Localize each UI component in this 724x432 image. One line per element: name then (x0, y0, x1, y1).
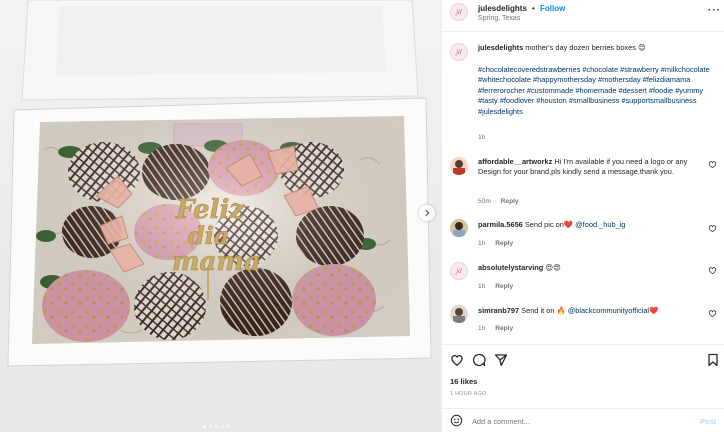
reply-button[interactable]: Reply (501, 198, 519, 205)
carousel-dot (203, 425, 206, 428)
more-options-icon[interactable]: ··· (708, 5, 721, 16)
comment-time: 1h (478, 240, 486, 247)
comment-meta: 50m Reply (478, 198, 519, 205)
like-heart-icon[interactable] (450, 353, 464, 367)
chevron-right-icon (425, 209, 430, 217)
comment-bubble-icon[interactable] (472, 353, 486, 367)
author-avatar[interactable]: jd (450, 3, 468, 21)
comment-username[interactable]: parmila.5656 (478, 220, 523, 229)
post-header: jd julesdelights • Follow Spring, Texas … (442, 0, 724, 32)
commenter-avatar[interactable] (450, 305, 468, 323)
comment-username[interactable]: absolutelystarving (478, 263, 543, 272)
comment-username[interactable]: affordable__artworkz (478, 157, 552, 166)
post-photo[interactable]: Feliz dia mama (0, 0, 441, 432)
like-comment-heart-icon[interactable] (708, 309, 717, 318)
strawberries-box-image: Feliz dia mama (7, 0, 432, 367)
post-timestamp: 1 HOUR AGO (450, 391, 487, 397)
commenter-avatar[interactable] (450, 219, 468, 237)
add-comment-input[interactable] (472, 415, 672, 427)
carousel-next-button[interactable] (419, 205, 435, 221)
comment-meta: 1h Reply (478, 325, 513, 332)
caption-body: mother's day dozen berries boxes 😊 (525, 43, 646, 52)
comment-mention[interactable]: @blackcommunityofficial❤️ (568, 306, 659, 315)
caption-avatar[interactable]: jd (450, 43, 468, 61)
comment-meta: 1h Reply (478, 240, 513, 247)
post-comment-button[interactable]: Post (700, 417, 716, 426)
carousel-dot (227, 425, 230, 428)
comment-mention[interactable]: @food._hub_ig (575, 220, 625, 229)
avatar-monogram: jd (456, 8, 462, 16)
like-comment-heart-icon[interactable] (708, 160, 717, 169)
add-comment-bar: Post (442, 408, 724, 432)
like-comment-heart-icon[interactable] (708, 266, 717, 275)
comment-3: absolutelystarving 😍😍 (478, 263, 706, 273)
comment-time: 50m (478, 198, 491, 205)
author-username[interactable]: julesdelights (478, 4, 527, 13)
caption-hashtags[interactable]: #chocolatecoveredstrawberries #chocolate… (478, 65, 718, 117)
reply-button[interactable]: Reply (495, 283, 513, 290)
comment-body: Send it on 🔥 (521, 306, 566, 315)
caption-time: 1h (478, 134, 486, 141)
carousel-dot (215, 425, 218, 428)
topper-text-2: dia (188, 221, 229, 250)
comment-2: parmila.5656 Send pic on❤️ @food._hub_ig (478, 220, 706, 230)
comment-meta: 1h Reply (478, 283, 513, 290)
location-link[interactable]: Spring, Texas (478, 15, 520, 22)
avatar-monogram: jd (456, 48, 462, 56)
share-send-icon[interactable] (494, 353, 508, 367)
topper-text-3: mama (172, 247, 261, 277)
reply-button[interactable]: Reply (495, 240, 513, 247)
comment-body: 😍😍 (545, 263, 561, 272)
comment-username[interactable]: simranb797 (478, 306, 519, 315)
comment-time: 1h (478, 325, 486, 332)
header-separator: • (532, 4, 535, 13)
caption-username[interactable]: julesdelights (478, 43, 523, 52)
follow-button[interactable]: Follow (540, 4, 565, 13)
comment-time: 1h (478, 283, 486, 290)
commenter-avatar[interactable]: jd (450, 262, 468, 280)
carousel-indicator (203, 425, 230, 428)
comment-4: simranb797 Send it on 🔥 @blackcommunityo… (478, 306, 706, 316)
carousel-dot (209, 425, 212, 428)
reply-button[interactable]: Reply (495, 325, 513, 332)
avatar-monogram: jd (456, 267, 462, 275)
like-comment-heart-icon[interactable] (708, 224, 717, 233)
carousel-dot (221, 425, 224, 428)
comment-body: Send pic on❤️ (524, 220, 574, 229)
commenter-avatar[interactable] (450, 157, 468, 175)
comment-1: affordable__artworkz Hi I'm available if… (478, 157, 706, 178)
emoji-picker-icon[interactable] (450, 414, 463, 427)
post-sidebar: jd julesdelights • Follow Spring, Texas … (441, 0, 724, 432)
likes-count[interactable]: 16 likes (450, 377, 477, 386)
caption-text: julesdelights mother's day dozen berries… (478, 43, 716, 54)
save-bookmark-icon[interactable] (706, 353, 720, 367)
instagram-post: Feliz dia mama jd julesdelights • Follow… (0, 0, 724, 432)
